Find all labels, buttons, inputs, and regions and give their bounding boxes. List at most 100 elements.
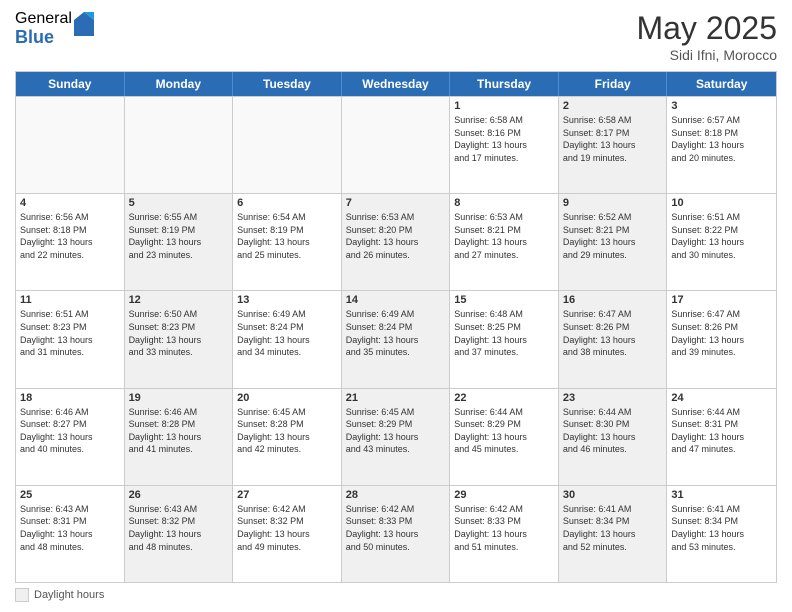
day-info: Sunrise: 6:45 AM Sunset: 8:29 PM Dayligh… (346, 406, 446, 456)
header: General Blue May 2025 Sidi Ifni, Morocco (15, 10, 777, 63)
day-cell: 2 Sunrise: 6:58 AM Sunset: 8:17 PM Daylig… (559, 97, 668, 193)
day-number: 26 (129, 489, 229, 501)
day-info: Sunrise: 6:55 AM Sunset: 8:19 PM Dayligh… (129, 211, 229, 261)
day-header-saturday: Saturday (667, 72, 776, 96)
day-cell: 25 Sunrise: 6:43 AM Sunset: 8:31 PM Dayli… (16, 486, 125, 582)
logo-general: General (15, 10, 72, 28)
day-header-sunday: Sunday (16, 72, 125, 96)
day-cell: 4Sunrise: 6:56 AM Sunset: 8:18 PM Daylig… (16, 194, 125, 290)
day-number: 9 (563, 197, 663, 209)
day-number: 19 (129, 392, 229, 404)
day-info: Sunrise: 6:58 AM Sunset: 8:16 PM Dayligh… (454, 114, 554, 164)
day-cell: 31Sunrise: 6:41 AM Sunset: 8:34 PM Dayli… (667, 486, 776, 582)
day-cell: 22Sunrise: 6:44 AM Sunset: 8:29 PM Dayli… (450, 389, 559, 485)
daylight-box (15, 588, 29, 602)
title-section: May 2025 Sidi Ifni, Morocco (636, 10, 777, 63)
day-cell: 28 Sunrise: 6:42 AM Sunset: 8:33 PM Dayli… (342, 486, 451, 582)
day-cell (125, 97, 234, 193)
day-info: Sunrise: 6:47 AM Sunset: 8:26 PM Dayligh… (563, 308, 663, 358)
day-number: 4 (20, 197, 120, 209)
day-number: 21 (346, 392, 446, 404)
day-cell: 18 Sunrise: 6:46 AM Sunset: 8:27 PM Dayli… (16, 389, 125, 485)
day-header-tuesday: Tuesday (233, 72, 342, 96)
day-cell: 6Sunrise: 6:54 AM Sunset: 8:19 PM Daylig… (233, 194, 342, 290)
day-info: Sunrise: 6:51 AM Sunset: 8:23 PM Dayligh… (20, 308, 120, 358)
location-subtitle: Sidi Ifni, Morocco (636, 47, 777, 63)
day-info: Sunrise: 6:50 AM Sunset: 8:23 PM Dayligh… (129, 308, 229, 358)
day-info: Sunrise: 6:42 AM Sunset: 8:33 PM Dayligh… (346, 503, 446, 553)
day-info: Sunrise: 6:42 AM Sunset: 8:32 PM Dayligh… (237, 503, 337, 553)
day-cell: 30Sunrise: 6:41 AM Sunset: 8:34 PM Dayli… (559, 486, 668, 582)
day-info: Sunrise: 6:52 AM Sunset: 8:21 PM Dayligh… (563, 211, 663, 261)
day-cell: 15 Sunrise: 6:48 AM Sunset: 8:25 PM Dayli… (450, 291, 559, 387)
page: General Blue May 2025 Sidi Ifni, Morocco… (0, 0, 792, 612)
day-cell: 24 Sunrise: 6:44 AM Sunset: 8:31 PM Dayli… (667, 389, 776, 485)
day-number: 22 (454, 392, 554, 404)
day-header-thursday: Thursday (450, 72, 559, 96)
day-info: Sunrise: 6:53 AM Sunset: 8:20 PM Dayligh… (346, 211, 446, 261)
day-info: Sunrise: 6:49 AM Sunset: 8:24 PM Dayligh… (346, 308, 446, 358)
day-info: Sunrise: 6:46 AM Sunset: 8:28 PM Dayligh… (129, 406, 229, 456)
day-info: Sunrise: 6:57 AM Sunset: 8:18 PM Dayligh… (671, 114, 772, 164)
day-number: 25 (20, 489, 120, 501)
day-info: Sunrise: 6:45 AM Sunset: 8:28 PM Dayligh… (237, 406, 337, 456)
day-cell: 21 Sunrise: 6:45 AM Sunset: 8:29 PM Dayli… (342, 389, 451, 485)
day-cell: 16 Sunrise: 6:47 AM Sunset: 8:26 PM Dayli… (559, 291, 668, 387)
day-cell: 7 Sunrise: 6:53 AM Sunset: 8:20 PM Daylig… (342, 194, 451, 290)
day-number: 17 (671, 294, 772, 306)
day-headers: SundayMondayTuesdayWednesdayThursdayFrid… (16, 72, 776, 96)
day-number: 7 (346, 197, 446, 209)
logo-blue: Blue (15, 28, 72, 48)
day-number: 10 (671, 197, 772, 209)
day-number: 5 (129, 197, 229, 209)
day-number: 15 (454, 294, 554, 306)
day-header-monday: Monday (125, 72, 234, 96)
day-header-friday: Friday (559, 72, 668, 96)
day-info: Sunrise: 6:44 AM Sunset: 8:30 PM Dayligh… (563, 406, 663, 456)
day-cell: 1 Sunrise: 6:58 AM Sunset: 8:16 PM Daylig… (450, 97, 559, 193)
logo: General Blue (15, 10, 94, 47)
day-info: Sunrise: 6:54 AM Sunset: 8:19 PM Dayligh… (237, 211, 337, 261)
day-info: Sunrise: 6:58 AM Sunset: 8:17 PM Dayligh… (563, 114, 663, 164)
day-info: Sunrise: 6:48 AM Sunset: 8:25 PM Dayligh… (454, 308, 554, 358)
day-number: 13 (237, 294, 337, 306)
logo-icon (74, 12, 94, 36)
day-info: Sunrise: 6:41 AM Sunset: 8:34 PM Dayligh… (671, 503, 772, 553)
day-info: Sunrise: 6:43 AM Sunset: 8:32 PM Dayligh… (129, 503, 229, 553)
day-number: 24 (671, 392, 772, 404)
day-cell: 29Sunrise: 6:42 AM Sunset: 8:33 PM Dayli… (450, 486, 559, 582)
day-cell: 13 Sunrise: 6:49 AM Sunset: 8:24 PM Dayli… (233, 291, 342, 387)
footer-label: Daylight hours (34, 589, 104, 601)
day-number: 16 (563, 294, 663, 306)
day-info: Sunrise: 6:46 AM Sunset: 8:27 PM Dayligh… (20, 406, 120, 456)
month-title: May 2025 (636, 10, 777, 47)
day-info: Sunrise: 6:49 AM Sunset: 8:24 PM Dayligh… (237, 308, 337, 358)
day-cell: 10 Sunrise: 6:51 AM Sunset: 8:22 PM Dayli… (667, 194, 776, 290)
day-info: Sunrise: 6:44 AM Sunset: 8:31 PM Dayligh… (671, 406, 772, 456)
week-row-3: 11Sunrise: 6:51 AM Sunset: 8:23 PM Dayli… (16, 290, 776, 387)
logo-text: General Blue (15, 10, 72, 47)
day-number: 28 (346, 489, 446, 501)
day-number: 18 (20, 392, 120, 404)
day-info: Sunrise: 6:47 AM Sunset: 8:26 PM Dayligh… (671, 308, 772, 358)
footer: Daylight hours (15, 588, 777, 602)
day-number: 20 (237, 392, 337, 404)
day-number: 2 (563, 100, 663, 112)
day-number: 14 (346, 294, 446, 306)
day-cell: 19 Sunrise: 6:46 AM Sunset: 8:28 PM Dayli… (125, 389, 234, 485)
day-info: Sunrise: 6:51 AM Sunset: 8:22 PM Dayligh… (671, 211, 772, 261)
day-cell (342, 97, 451, 193)
day-number: 27 (237, 489, 337, 501)
day-info: Sunrise: 6:42 AM Sunset: 8:33 PM Dayligh… (454, 503, 554, 553)
day-cell: 5 Sunrise: 6:55 AM Sunset: 8:19 PM Daylig… (125, 194, 234, 290)
day-info: Sunrise: 6:41 AM Sunset: 8:34 PM Dayligh… (563, 503, 663, 553)
day-cell (16, 97, 125, 193)
day-header-wednesday: Wednesday (342, 72, 451, 96)
calendar: SundayMondayTuesdayWednesdayThursdayFrid… (15, 71, 777, 583)
day-number: 1 (454, 100, 554, 112)
day-number: 12 (129, 294, 229, 306)
day-number: 8 (454, 197, 554, 209)
day-cell: 17 Sunrise: 6:47 AM Sunset: 8:26 PM Dayli… (667, 291, 776, 387)
week-row-5: 25 Sunrise: 6:43 AM Sunset: 8:31 PM Dayli… (16, 485, 776, 582)
day-info: Sunrise: 6:43 AM Sunset: 8:31 PM Dayligh… (20, 503, 120, 553)
